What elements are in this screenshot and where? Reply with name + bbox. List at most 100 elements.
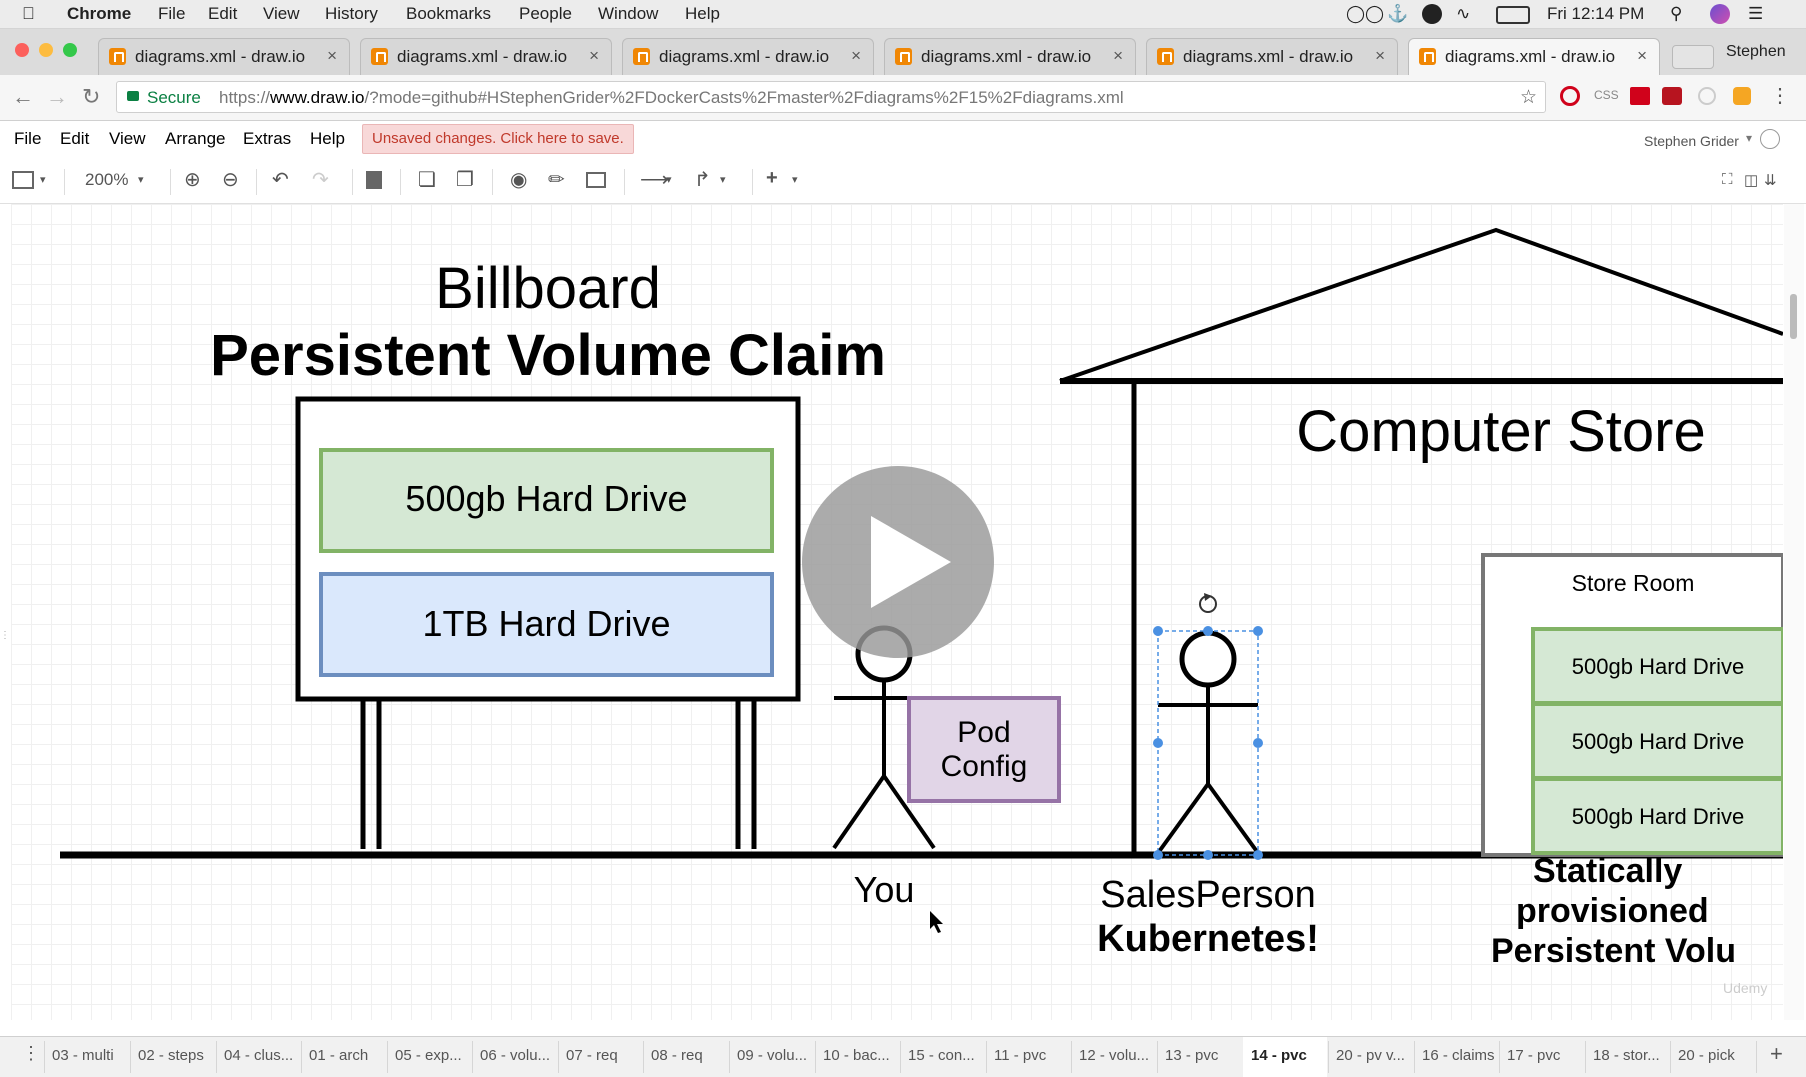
page-tab[interactable]: 20 - pv v... — [1336, 1047, 1405, 1064]
page-tab[interactable]: 20 - pick — [1678, 1047, 1735, 1064]
chevron-down-icon[interactable]: ▾ — [666, 173, 672, 186]
new-tab-button[interactable] — [1672, 45, 1714, 69]
extension-icon[interactable] — [1630, 87, 1650, 105]
page-tab[interactable]: 05 - exp... — [395, 1047, 462, 1064]
zoom-in-icon[interactable]: ⊕ — [184, 167, 201, 192]
wifi-icon[interactable]: ∿ — [1456, 4, 1470, 24]
page-tab[interactable]: 02 - steps — [138, 1047, 204, 1064]
browser-tab[interactable]: diagrams.xml - draw.io × — [360, 38, 612, 75]
globe-icon[interactable] — [1760, 129, 1780, 149]
collapse-toolbar-icon[interactable]: ⇊ — [1764, 171, 1777, 189]
menubar-clock[interactable]: Fri 12:14 PM — [1547, 4, 1644, 24]
back-arrow-icon[interactable]: ← — [12, 84, 34, 110]
menubar-file[interactable]: File — [158, 4, 185, 24]
page-tab[interactable]: 10 - bac... — [823, 1047, 890, 1064]
delete-icon[interactable] — [366, 171, 382, 189]
apple-icon[interactable]:  — [22, 4, 35, 24]
minimize-window-button[interactable] — [39, 43, 53, 57]
menubar-window[interactable]: Window — [598, 4, 658, 24]
browser-tab[interactable]: diagrams.xml - draw.io × — [884, 38, 1136, 75]
page-tab[interactable]: 16 - claims — [1422, 1047, 1495, 1064]
drawio-menu-file[interactable]: File — [14, 129, 41, 149]
bookmark-star-icon[interactable]: ☆ — [1520, 86, 1537, 109]
fill-color-icon[interactable]: ◉ — [510, 167, 527, 192]
close-tab-icon[interactable]: × — [327, 46, 337, 66]
drawio-menu-extras[interactable]: Extras — [243, 129, 291, 149]
close-window-button[interactable] — [15, 43, 29, 57]
page-tab[interactable]: 07 - req — [566, 1047, 618, 1064]
drawio-menu-help[interactable]: Help — [310, 129, 345, 149]
profile-name[interactable]: Stephen — [1726, 43, 1786, 61]
video-play-overlay[interactable] — [802, 466, 994, 658]
to-back-icon[interactable]: ❐ — [456, 167, 474, 192]
page-tab[interactable]: 09 - volu... — [737, 1047, 807, 1064]
menubar-edit[interactable]: Edit — [208, 4, 237, 24]
page-tab[interactable]: 18 - stor... — [1593, 1047, 1660, 1064]
opera-extension-icon[interactable] — [1560, 86, 1580, 106]
menubar-bookmarks[interactable]: Bookmarks — [406, 4, 491, 24]
docker-icon[interactable]: ⚓ — [1387, 4, 1408, 24]
css-extension-icon[interactable]: CSS — [1594, 88, 1619, 102]
undo-icon[interactable]: ↶ — [272, 167, 289, 192]
computer-store-title[interactable]: Computer Store — [1221, 398, 1781, 465]
chevron-down-icon[interactable]: ▾ — [1746, 131, 1752, 145]
reload-icon[interactable]: ↻ — [82, 84, 100, 110]
extension-icon[interactable] — [1733, 87, 1751, 105]
redo-icon[interactable]: ↷ — [312, 167, 329, 192]
unsaved-changes-button[interactable]: Unsaved changes. Click here to save. — [362, 124, 634, 154]
chevron-down-icon[interactable]: ▾ — [792, 173, 798, 186]
browser-tab[interactable]: diagrams.xml - draw.io × — [98, 38, 350, 75]
menubar-help[interactable]: Help — [685, 4, 720, 24]
waypoints-icon[interactable]: ↱ — [694, 167, 711, 192]
page-tab[interactable]: 12 - volu... — [1079, 1047, 1149, 1064]
page-tab[interactable]: 08 - req — [651, 1047, 703, 1064]
rotate-handle-icon[interactable] — [1199, 593, 1217, 613]
drawio-menu-arrange[interactable]: Arrange — [165, 129, 225, 149]
chevron-down-icon[interactable]: ▾ — [40, 173, 46, 186]
battery-icon[interactable] — [1496, 6, 1530, 24]
page-tab-active[interactable]: 14 - pvc — [1251, 1047, 1307, 1064]
sidebar-handle-icon[interactable]: ⋮ — [0, 630, 10, 644]
drawing-canvas[interactable]: Billboard Persistent Volume Claim 500gb … — [11, 204, 1783, 1020]
insert-plus-icon[interactable]: + — [766, 167, 778, 190]
format-panel-icon[interactable] — [12, 171, 34, 189]
vertical-scrollbar-thumb[interactable] — [1790, 294, 1797, 339]
add-page-plus-icon[interactable]: + — [1770, 1041, 1783, 1067]
billboard-title[interactable]: Billboard — [338, 255, 758, 322]
maximize-window-button[interactable] — [63, 43, 77, 57]
close-tab-icon[interactable]: × — [1113, 46, 1123, 66]
zoom-out-icon[interactable]: ⊖ — [222, 167, 239, 192]
menubar-view[interactable]: View — [263, 4, 300, 24]
spotlight-search-icon[interactable]: ⚲ — [1670, 4, 1682, 24]
browser-tab-active[interactable]: diagrams.xml - draw.io × — [1408, 38, 1660, 75]
to-front-icon[interactable]: ❏ — [418, 167, 436, 192]
forward-arrow-icon[interactable]: → — [46, 84, 68, 110]
fullscreen-icon[interactable]: ⛶ — [1722, 171, 1733, 188]
browser-tab[interactable]: diagrams.xml - draw.io × — [1146, 38, 1398, 75]
menubar-history[interactable]: History — [325, 4, 378, 24]
close-tab-icon[interactable]: × — [1375, 46, 1385, 66]
salesperson-figure[interactable] — [1156, 630, 1260, 855]
reader-glasses-icon[interactable]: ◯◯ — [1346, 4, 1384, 24]
close-tab-icon[interactable]: × — [851, 46, 861, 66]
page-tab[interactable]: 15 - con... — [908, 1047, 975, 1064]
menu-extra-icon[interactable] — [1422, 4, 1442, 24]
close-tab-icon[interactable]: × — [589, 46, 599, 66]
user-name[interactable]: Stephen Grider — [1644, 133, 1739, 149]
page-tab[interactable]: 04 - clus... — [224, 1047, 293, 1064]
chevron-down-icon[interactable]: ▾ — [720, 173, 726, 186]
chrome-menu-icon[interactable]: ⋮ — [1770, 83, 1790, 108]
close-tab-icon[interactable]: × — [1637, 46, 1647, 66]
browser-tab[interactable]: diagrams.xml - draw.io × — [622, 38, 874, 75]
extension-badge-icon[interactable] — [1662, 87, 1682, 105]
chevron-down-icon[interactable]: ▾ — [138, 173, 144, 186]
connection-arrow-icon[interactable]: ⟶ — [640, 167, 669, 192]
split-panel-icon[interactable]: ◫ — [1744, 171, 1758, 189]
drawio-menu-view[interactable]: View — [109, 129, 146, 149]
siri-icon[interactable] — [1710, 4, 1730, 24]
menubar-app-name[interactable]: Chrome — [67, 4, 131, 24]
drawio-menu-edit[interactable]: Edit — [60, 129, 89, 149]
page-tab[interactable]: 01 - arch — [309, 1047, 368, 1064]
pvc-title[interactable]: Persistent Volume Claim — [138, 322, 958, 389]
zoom-level[interactable]: 200% — [85, 170, 128, 190]
